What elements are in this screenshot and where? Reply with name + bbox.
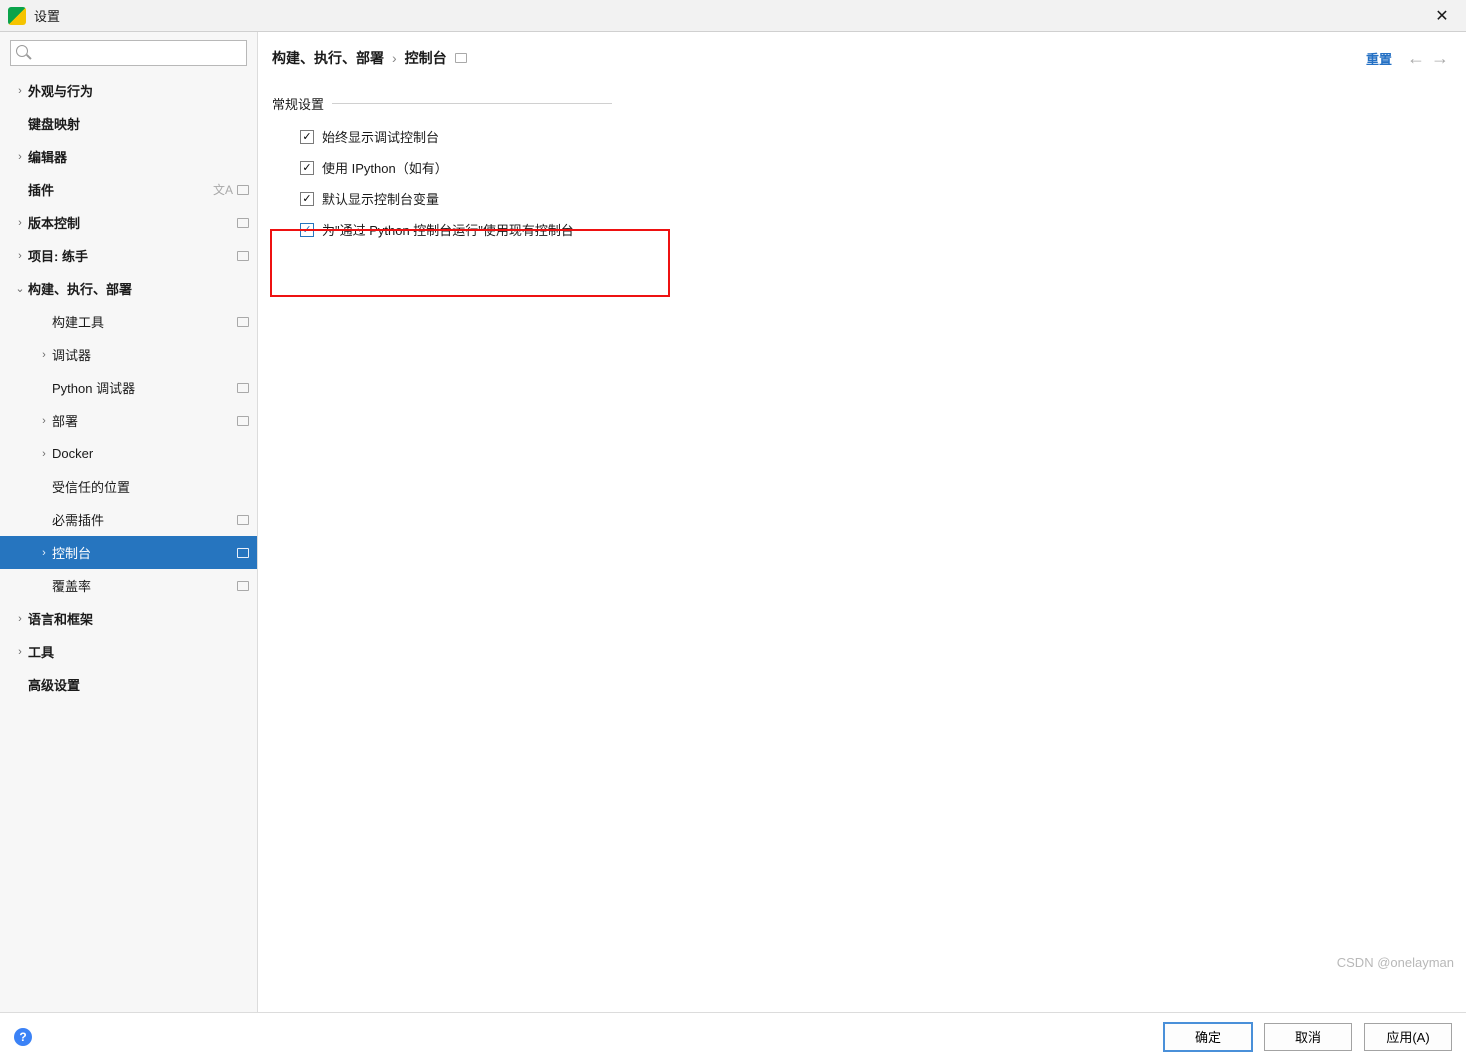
- sidebar-item-label: 必需插件: [52, 510, 233, 529]
- sidebar-item-9[interactable]: Python 调试器: [0, 371, 257, 404]
- sidebar-item-label: 高级设置: [28, 675, 249, 694]
- sidebar-item-12[interactable]: 受信任的位置: [0, 470, 257, 503]
- sidebar-item-label: 构建、执行、部署: [28, 279, 249, 298]
- sidebar-item-label: 部署: [52, 411, 233, 430]
- checkbox-icon[interactable]: ✓: [300, 161, 314, 175]
- search-icon: [16, 45, 28, 57]
- window-title: 设置: [34, 6, 60, 25]
- sidebar-item-label: 语言和框架: [28, 609, 249, 628]
- apply-button[interactable]: 应用(A): [1364, 1023, 1452, 1051]
- chevron-right-icon: ›: [12, 217, 28, 229]
- sidebar-item-18[interactable]: 高级设置: [0, 668, 257, 701]
- sidebar-item-0[interactable]: ›外观与行为: [0, 74, 257, 107]
- breadcrumb: 构建、执行、部署 › 控制台: [272, 48, 467, 68]
- checkbox-row-3[interactable]: ✓ 为"通过 Python 控制台运行"使用现有控制台: [300, 220, 1452, 239]
- sidebar-item-label: Docker: [52, 446, 249, 461]
- sidebar-item-17[interactable]: ›工具: [0, 635, 257, 668]
- ok-button[interactable]: 确定: [1164, 1023, 1252, 1051]
- checkbox-label: 为"通过 Python 控制台运行"使用现有控制台: [322, 220, 574, 239]
- sidebar-item-2[interactable]: ›编辑器: [0, 140, 257, 173]
- sidebar-item-11[interactable]: ›Docker: [0, 437, 257, 470]
- close-icon[interactable]: ✕: [1426, 6, 1458, 26]
- scope-icon: [237, 548, 249, 558]
- sidebar-item-7[interactable]: 构建工具: [0, 305, 257, 338]
- footer: ? 确定 取消 应用(A): [0, 1012, 1466, 1060]
- sidebar-item-13[interactable]: 必需插件: [0, 503, 257, 536]
- sidebar-item-10[interactable]: ›部署: [0, 404, 257, 437]
- chevron-right-icon: ›: [12, 250, 28, 262]
- scope-icon: [237, 515, 249, 525]
- scope-icon: 文A: [213, 181, 249, 198]
- titlebar: 设置 ✕: [0, 0, 1466, 32]
- breadcrumb-leaf: 控制台: [405, 48, 447, 68]
- sidebar-item-label: 项目: 练手: [28, 246, 233, 265]
- scope-icon: [237, 416, 249, 426]
- search-input[interactable]: [10, 40, 247, 66]
- sidebar-item-label: 控制台: [52, 543, 233, 562]
- checkbox-row-0[interactable]: ✓ 始终显示调试控制台: [300, 127, 1452, 146]
- pycharm-logo-icon: [8, 7, 26, 25]
- checkbox-icon[interactable]: ✓: [300, 192, 314, 206]
- chevron-right-icon: ›: [36, 547, 52, 559]
- scope-icon: [455, 50, 467, 66]
- checkbox-label: 默认显示控制台变量: [322, 189, 439, 208]
- sidebar-item-label: 键盘映射: [28, 114, 249, 133]
- cancel-button[interactable]: 取消: [1264, 1023, 1352, 1051]
- sidebar-item-8[interactable]: ›调试器: [0, 338, 257, 371]
- forward-arrow-icon[interactable]: →: [1428, 46, 1452, 70]
- reset-link[interactable]: 重置: [1366, 49, 1392, 68]
- sidebar-item-label: 编辑器: [28, 147, 249, 166]
- chevron-down-icon: ⌄: [12, 282, 28, 295]
- checkbox-row-2[interactable]: ✓ 默认显示控制台变量: [300, 189, 1452, 208]
- sidebar-item-label: 外观与行为: [28, 81, 249, 100]
- sidebar-item-label: 构建工具: [52, 312, 233, 331]
- breadcrumb-root: 构建、执行、部署: [272, 48, 384, 68]
- checkbox-row-1[interactable]: ✓ 使用 IPython（如有）: [300, 158, 1452, 177]
- sidebar-item-6[interactable]: ⌄构建、执行、部署: [0, 272, 257, 305]
- scope-icon: [237, 317, 249, 327]
- sidebar-item-4[interactable]: ›版本控制: [0, 206, 257, 239]
- scope-icon: [237, 581, 249, 591]
- scope-icon: [237, 383, 249, 393]
- sidebar-item-15[interactable]: 覆盖率: [0, 569, 257, 602]
- checkbox-icon[interactable]: ✓: [300, 223, 314, 237]
- checkbox-label: 始终显示调试控制台: [322, 127, 439, 146]
- sidebar-item-16[interactable]: ›语言和框架: [0, 602, 257, 635]
- sidebar-item-label: 工具: [28, 642, 249, 661]
- sidebar: ›外观与行为键盘映射›编辑器插件文A›版本控制›项目: 练手⌄构建、执行、部署构…: [0, 32, 258, 1012]
- chevron-right-icon: ›: [12, 613, 28, 625]
- sidebar-item-label: 调试器: [52, 345, 249, 364]
- chevron-right-icon: ›: [36, 349, 52, 361]
- sidebar-item-label: 受信任的位置: [52, 477, 249, 496]
- sidebar-item-label: 覆盖率: [52, 576, 233, 595]
- help-icon[interactable]: ?: [14, 1028, 32, 1046]
- back-arrow-icon[interactable]: ←: [1404, 46, 1428, 70]
- checkbox-icon[interactable]: ✓: [300, 130, 314, 144]
- sidebar-item-label: 版本控制: [28, 213, 233, 232]
- chevron-right-icon: ›: [392, 50, 397, 66]
- section-title: 常规设置: [272, 94, 1452, 113]
- sidebar-item-14[interactable]: ›控制台: [0, 536, 257, 569]
- sidebar-item-label: 插件: [28, 180, 209, 199]
- sidebar-item-3[interactable]: 插件文A: [0, 173, 257, 206]
- chevron-right-icon: ›: [12, 646, 28, 658]
- sidebar-item-5[interactable]: ›项目: 练手: [0, 239, 257, 272]
- checkbox-label: 使用 IPython（如有）: [322, 158, 448, 177]
- chevron-right-icon: ›: [12, 151, 28, 163]
- sidebar-item-1[interactable]: 键盘映射: [0, 107, 257, 140]
- settings-tree: ›外观与行为键盘映射›编辑器插件文A›版本控制›项目: 练手⌄构建、执行、部署构…: [0, 72, 257, 1012]
- chevron-right-icon: ›: [12, 85, 28, 97]
- scope-icon: [237, 251, 249, 261]
- chevron-right-icon: ›: [36, 448, 52, 460]
- sidebar-item-label: Python 调试器: [52, 378, 233, 397]
- chevron-right-icon: ›: [36, 415, 52, 427]
- scope-icon: [237, 218, 249, 228]
